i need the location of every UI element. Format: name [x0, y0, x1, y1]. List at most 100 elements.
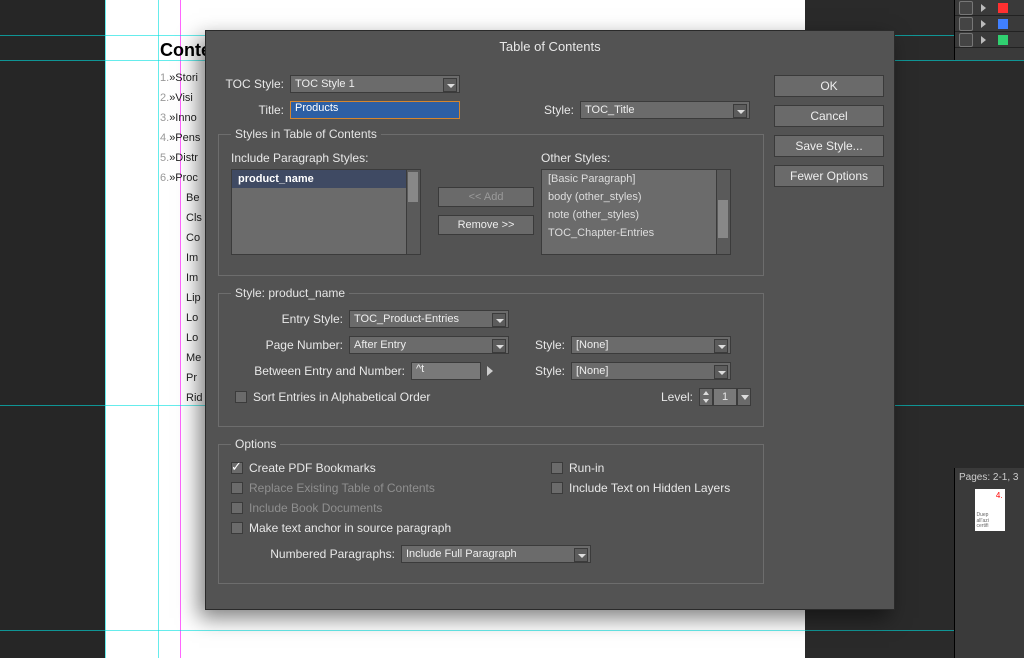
list-item[interactable]: product_name	[232, 170, 420, 188]
chevron-down-icon	[574, 548, 588, 562]
fewer-options-button[interactable]: Fewer Options	[774, 165, 884, 187]
page-number-style-dropdown[interactable]: [None]	[571, 336, 731, 354]
checkbox-icon[interactable]	[231, 522, 243, 534]
replace-toc-checkbox: Replace Existing Table of Contents	[231, 481, 511, 495]
between-style-dropdown[interactable]: [None]	[571, 362, 731, 380]
page-thumbnail[interactable]: 4. Duepall'azicertifi	[975, 489, 1005, 531]
chevron-down-icon[interactable]	[737, 388, 751, 406]
hidden-layers-checkbox[interactable]: Include Text on Hidden Layers	[551, 481, 730, 495]
cancel-button[interactable]: Cancel	[774, 105, 884, 127]
ok-button[interactable]: OK	[774, 75, 884, 97]
visibility-toggle-icon[interactable]	[959, 33, 973, 47]
save-style-button[interactable]: Save Style...	[774, 135, 884, 157]
disclosure-triangle-icon[interactable]	[981, 20, 986, 28]
visibility-toggle-icon[interactable]	[959, 1, 973, 15]
entry-style-label: Entry Style:	[231, 312, 349, 326]
stepper-spin-icon[interactable]	[699, 388, 713, 406]
layer-color-swatch	[998, 19, 1008, 29]
checkbox-icon[interactable]	[551, 462, 563, 474]
special-char-menu-icon[interactable]	[487, 366, 493, 376]
checkbox-icon	[231, 482, 243, 494]
layer-color-swatch	[998, 3, 1008, 13]
styles-group-legend: Styles in Table of Contents	[231, 127, 381, 141]
pages-panel-label: Pages: 2-1, 3	[959, 472, 1020, 483]
pages-panel: Pages: 2-1, 3 4. Duepall'azicertifi	[954, 468, 1024, 658]
layers-panel	[954, 0, 1024, 60]
layer-row[interactable]	[955, 16, 1024, 32]
level-label: Level:	[651, 390, 699, 404]
guide-horizontal	[0, 630, 1024, 631]
scrollbar[interactable]	[406, 170, 420, 254]
remove-button[interactable]: Remove >>	[438, 215, 534, 235]
dialog-title: Table of Contents	[206, 31, 894, 68]
styles-in-toc-group: Styles in Table of Contents Include Para…	[218, 127, 764, 276]
list-item[interactable]: note (other_styles)	[542, 206, 730, 224]
chevron-down-icon	[443, 78, 457, 92]
hidden-layers-label: Include Text on Hidden Layers	[569, 481, 730, 495]
include-book-label: Include Book Documents	[249, 501, 382, 515]
checkbox-icon[interactable]	[231, 462, 243, 474]
document-toc-list: 1.»Stori 2.»Visi 3.»Inno 4.»Pens 5.»Dist…	[160, 68, 203, 408]
chevron-down-icon	[733, 104, 747, 118]
options-group: Options Create PDF Bookmarks Replace Exi…	[218, 437, 764, 584]
page-thumb-text: Duepall'azicertifi	[977, 513, 989, 529]
style-detail-group: Style: product_name Entry Style: TOC_Pro…	[218, 286, 764, 427]
layer-color-swatch	[998, 35, 1008, 45]
sort-label: Sort Entries in Alphabetical Order	[253, 390, 430, 404]
between-label: Between Entry and Number:	[231, 364, 411, 378]
list-item[interactable]: TOC_Chapter-Entries	[542, 224, 730, 242]
chevron-down-icon	[714, 365, 728, 379]
add-button[interactable]: << Add	[438, 187, 534, 207]
scrollbar-thumb[interactable]	[718, 200, 728, 238]
canvas-dark-left	[0, 0, 105, 658]
layer-row[interactable]	[955, 32, 1024, 48]
checkbox-icon	[231, 502, 243, 514]
include-styles-label: Include Paragraph Styles:	[231, 151, 431, 165]
level-value[interactable]: 1	[713, 388, 737, 406]
pdf-bookmarks-checkbox[interactable]: Create PDF Bookmarks	[231, 461, 511, 475]
sort-checkbox[interactable]: Sort Entries in Alphabetical Order	[235, 390, 430, 404]
chevron-down-icon	[492, 339, 506, 353]
checkbox-icon[interactable]	[235, 391, 247, 403]
layer-row[interactable]	[955, 0, 1024, 16]
level-stepper[interactable]: 1	[699, 388, 751, 406]
page-number-style-label: Style:	[509, 338, 571, 352]
list-item[interactable]: [Basic Paragraph]	[542, 170, 730, 188]
replace-toc-label: Replace Existing Table of Contents	[249, 481, 435, 495]
chevron-down-icon	[714, 339, 728, 353]
guide-vertical	[158, 0, 159, 658]
visibility-toggle-icon[interactable]	[959, 17, 973, 31]
numbered-paragraphs-label: Numbered Paragraphs:	[231, 547, 401, 561]
between-style-label: Style:	[509, 364, 571, 378]
include-book-checkbox: Include Book Documents	[231, 501, 511, 515]
table-of-contents-dialog: Table of Contents OK Cancel Save Style..…	[205, 30, 895, 610]
scrollbar[interactable]	[716, 170, 730, 254]
style-detail-legend: Style: product_name	[231, 286, 349, 300]
disclosure-triangle-icon[interactable]	[981, 36, 986, 44]
page-thumb-marker: 4.	[996, 491, 1003, 500]
entry-style-dropdown[interactable]: TOC_Product-Entries	[349, 310, 509, 328]
title-input[interactable]: Products	[290, 101, 460, 119]
checkbox-icon[interactable]	[551, 482, 563, 494]
text-anchor-checkbox[interactable]: Make text anchor in source paragraph	[231, 521, 511, 535]
guide-vertical	[105, 0, 106, 658]
run-in-label: Run-in	[569, 461, 604, 475]
page-number-label: Page Number:	[231, 338, 349, 352]
list-item[interactable]: body (other_styles)	[542, 188, 730, 206]
disclosure-triangle-icon[interactable]	[981, 4, 986, 12]
include-styles-list[interactable]: product_name	[231, 169, 421, 255]
run-in-checkbox[interactable]: Run-in	[551, 461, 730, 475]
page-title: Conte	[160, 40, 211, 61]
page-number-dropdown[interactable]: After Entry	[349, 336, 509, 354]
toc-style-dropdown[interactable]: TOC Style 1	[290, 75, 460, 93]
toc-style-label: TOC Style:	[218, 77, 290, 91]
between-input[interactable]: ^t	[411, 362, 481, 380]
chevron-down-icon	[492, 313, 506, 327]
text-anchor-label: Make text anchor in source paragraph	[249, 521, 451, 535]
title-style-dropdown[interactable]: TOC_Title	[580, 101, 750, 119]
scrollbar-thumb[interactable]	[408, 172, 418, 202]
title-label: Title:	[218, 103, 290, 117]
numbered-paragraphs-dropdown[interactable]: Include Full Paragraph	[401, 545, 591, 563]
other-styles-list[interactable]: [Basic Paragraph] body (other_styles) no…	[541, 169, 731, 255]
title-style-label: Style:	[460, 103, 580, 117]
